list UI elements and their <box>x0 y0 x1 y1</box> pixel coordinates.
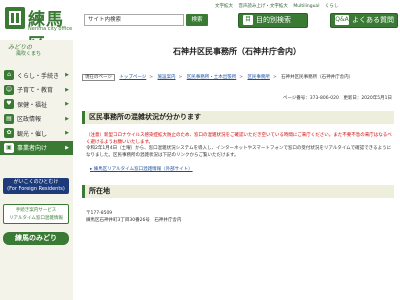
location-section-heading: 所在地 <box>82 185 394 198</box>
heart-icon: ♥ <box>4 99 14 110</box>
sidebar-nav: ⌂ くらし・手続き ▶ ☺ 子育て・教育 ▶ ♥ 保健・福祉 ▶ ▤ 区政情報 … <box>0 68 73 155</box>
breadcrumb-item-current: 石神井区民事務所（石神井庁舎内） <box>281 75 354 80</box>
sidebar-item-label: 保健・福祉 <box>17 101 48 109</box>
congestion-system-description: 令和2年1月4日（土曜）から、窓口混雑状況システムを導入し、インターネットやスマ… <box>86 146 392 158</box>
tagline-line-2: 風吹くまち <box>16 51 42 57</box>
breadcrumb-current-label: 現在のページ <box>82 74 115 81</box>
sidebar-item-label: 子育て・教育 <box>17 87 54 95</box>
sidebar-item-living[interactable]: ⌂ くらし・手続き ▶ <box>0 68 73 83</box>
breadcrumb-separator: > <box>178 75 183 80</box>
chevron-right-icon: ▶ <box>65 130 69 137</box>
chevron-right-icon: ▶ <box>65 72 69 79</box>
building-icon: ▤ <box>4 113 14 124</box>
city-emblem-icon <box>5 7 25 29</box>
qa-icon: Q&A <box>335 15 349 25</box>
sidebar-item-label: 観光・催し <box>17 130 48 138</box>
purpose-search-icon: 目 <box>243 15 253 25</box>
foreign-residents-banner[interactable]: がいこくのひとむけ (For Foreign Residents) <box>3 178 69 194</box>
procedure-guide-banner[interactable]: 手続き案内サービス リアルタイム窓口混雑情報 <box>3 204 69 224</box>
sidebar-tagline: みどりの 風吹くまち <box>0 40 73 66</box>
purpose-search-button[interactable]: 目目的別検索 <box>238 13 308 28</box>
sidebar-item-health[interactable]: ♥ 保健・福祉 ▶ <box>0 97 73 112</box>
sidebar: みどりの 風吹くまち ⌂ くらし・手続き ▶ ☺ 子育て・教育 ▶ ♥ 保健・福… <box>0 40 73 300</box>
breadcrumb-separator: > <box>149 75 154 80</box>
covid-notice: （注意）新型コロナウイルス感染症拡大防止のため、窓口の混雑状況をご確認いただき空… <box>86 133 392 145</box>
util-link-3[interactable]: くらし <box>325 4 339 9</box>
util-link-2[interactable]: Multilingual <box>293 4 319 9</box>
breadcrumb-item[interactable]: トップページ <box>119 75 146 80</box>
realtime-congestion-link-label: 練馬区リアルタイム窓口混雑情報（外部サイト） <box>93 167 193 172</box>
breadcrumb: 現在のページ トップページ > 施設案内 > 区民事務所・土木出張所 > 区民事務所 >… <box>82 74 396 84</box>
search-button[interactable]: 検索 <box>186 14 208 26</box>
breadcrumb-item[interactable]: 区民事務所・土木出張所 <box>187 75 237 80</box>
breadcrumb-item[interactable]: 施設案内 <box>158 75 176 80</box>
service-banner-line-2: リアルタイム窓口混雑情報 <box>9 216 63 221</box>
sidebar-item-tourism[interactable]: ✿ 観光・催し ▶ <box>0 126 73 141</box>
purpose-search-label: 目的別検索 <box>256 16 291 24</box>
sidebar-item-government[interactable]: ▤ 区政情報 ▶ <box>0 112 73 127</box>
chevron-right-icon: ▶ <box>65 115 69 122</box>
sidebar-item-label: 区政情報 <box>17 116 42 124</box>
briefcase-icon: ▣ <box>4 142 14 153</box>
sidebar-item-business[interactable]: ▣ 事業者向け ▶ <box>0 140 73 155</box>
breadcrumb-item[interactable]: 区民事務所 <box>247 75 270 80</box>
service-banner-line-1: 手続き案内サービス <box>15 208 57 213</box>
search-input[interactable]: サイト内検索 <box>84 14 184 26</box>
main-content: 石神井区民事務所（石神井庁舎内） 現在のページ トップページ > 施設案内 > 区民… <box>78 40 396 300</box>
faq-label: よくある質問 <box>352 16 394 24</box>
child-icon: ☺ <box>4 84 14 95</box>
chevron-right-icon: ▶ <box>65 86 69 93</box>
page-title: 石神井区民事務所（石神井庁舎内） <box>173 47 301 56</box>
breadcrumb-separator: > <box>272 75 277 80</box>
sidebar-item-label: 事業者向け <box>17 145 48 153</box>
flower-icon: ✿ <box>4 128 14 139</box>
logo-subtext: Nerima city office <box>28 26 73 32</box>
nerima-midori-banner[interactable]: 練馬のみどり <box>3 232 69 245</box>
foreign-banner-line-2: (For Foreign Residents) <box>7 186 65 192</box>
chevron-right-icon: ▶ <box>65 101 69 108</box>
postal-code: 〒177-8509 <box>86 211 113 216</box>
breadcrumb-separator: > <box>239 75 243 80</box>
house-icon: ⌂ <box>4 70 14 81</box>
site-header: 練馬区 Nerima city office 文字拡大 音声読み上げ・文字拡大 … <box>0 0 400 55</box>
foreign-banner-line-1: がいこくのひとむけ <box>13 179 59 185</box>
util-link-1[interactable]: 音声読み上げ・文字拡大 <box>238 4 288 9</box>
street-address: 練馬区石神井町3丁目30番26号 石神井庁舎内 <box>86 218 182 223</box>
page-meta: ページ番号：373-806-020 更新日：2020年5月1日 <box>282 96 392 101</box>
faq-button[interactable]: Q&A よくある質問 <box>330 13 398 28</box>
realtime-congestion-link[interactable]: ▸ 練馬区リアルタイム窓口混雑情報（外部サイト） <box>90 166 193 172</box>
site-logo[interactable]: 練馬区 Nerima city office <box>4 4 74 55</box>
util-link-0[interactable]: 文字拡大 <box>215 4 233 9</box>
address-block: 〒177-8509 練馬区石神井町3丁目30番26号 石神井庁舎内 <box>86 210 181 224</box>
sidebar-item-label: くらし・手続き <box>17 72 60 80</box>
utility-links: 文字拡大 音声読み上げ・文字拡大 Multilingual くらし <box>215 3 342 11</box>
sidebar-item-childcare[interactable]: ☺ 子育て・教育 ▶ <box>0 83 73 98</box>
congestion-section-heading: 区民事務所の混雑状況が分かります <box>82 111 394 124</box>
chevron-right-icon: ▶ <box>65 144 69 151</box>
notice-text: （注意）新型コロナウイルス感染症拡大防止のため、窓口の混雑状況をご確認いただき空… <box>86 133 392 159</box>
